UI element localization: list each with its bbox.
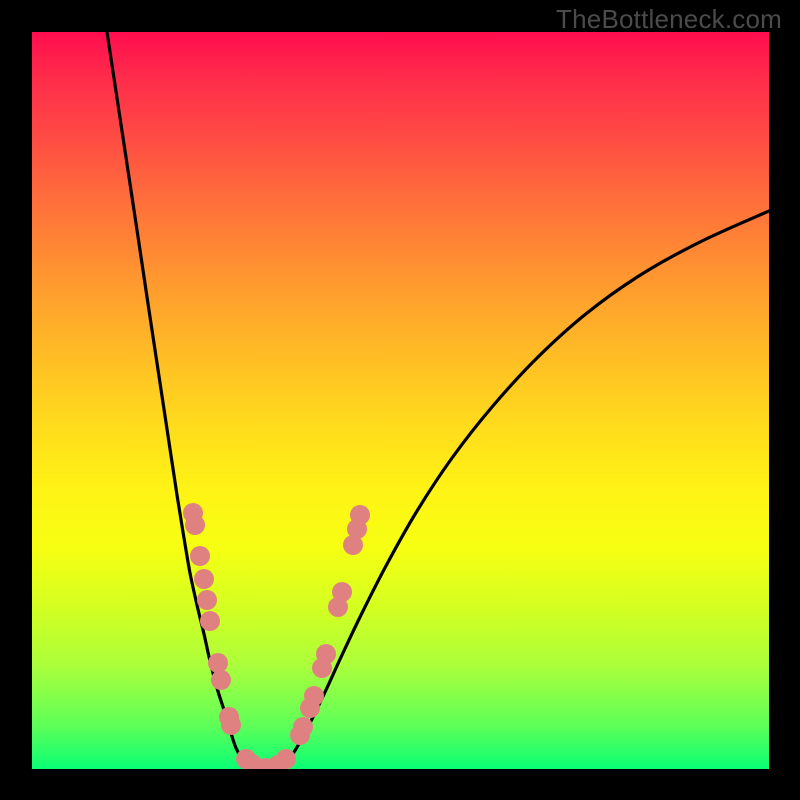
data-dot [200, 611, 220, 631]
data-dot [316, 644, 336, 664]
chart-frame: TheBottleneck.com [0, 0, 800, 800]
data-dot [197, 590, 217, 610]
watermark-text: TheBottleneck.com [556, 4, 782, 35]
bottleneck-curve [107, 32, 769, 769]
data-dot [208, 653, 228, 673]
data-dot [194, 569, 214, 589]
data-dot [350, 505, 370, 525]
data-dot [293, 717, 313, 737]
data-dot [304, 686, 324, 706]
curve-svg [32, 32, 769, 769]
data-dot [332, 582, 352, 602]
data-dot [211, 670, 231, 690]
data-dot [190, 546, 210, 566]
data-dot [221, 715, 241, 735]
data-dot [185, 515, 205, 535]
plot-area [32, 32, 769, 769]
data-dot [276, 749, 296, 769]
data-dots [183, 503, 370, 769]
